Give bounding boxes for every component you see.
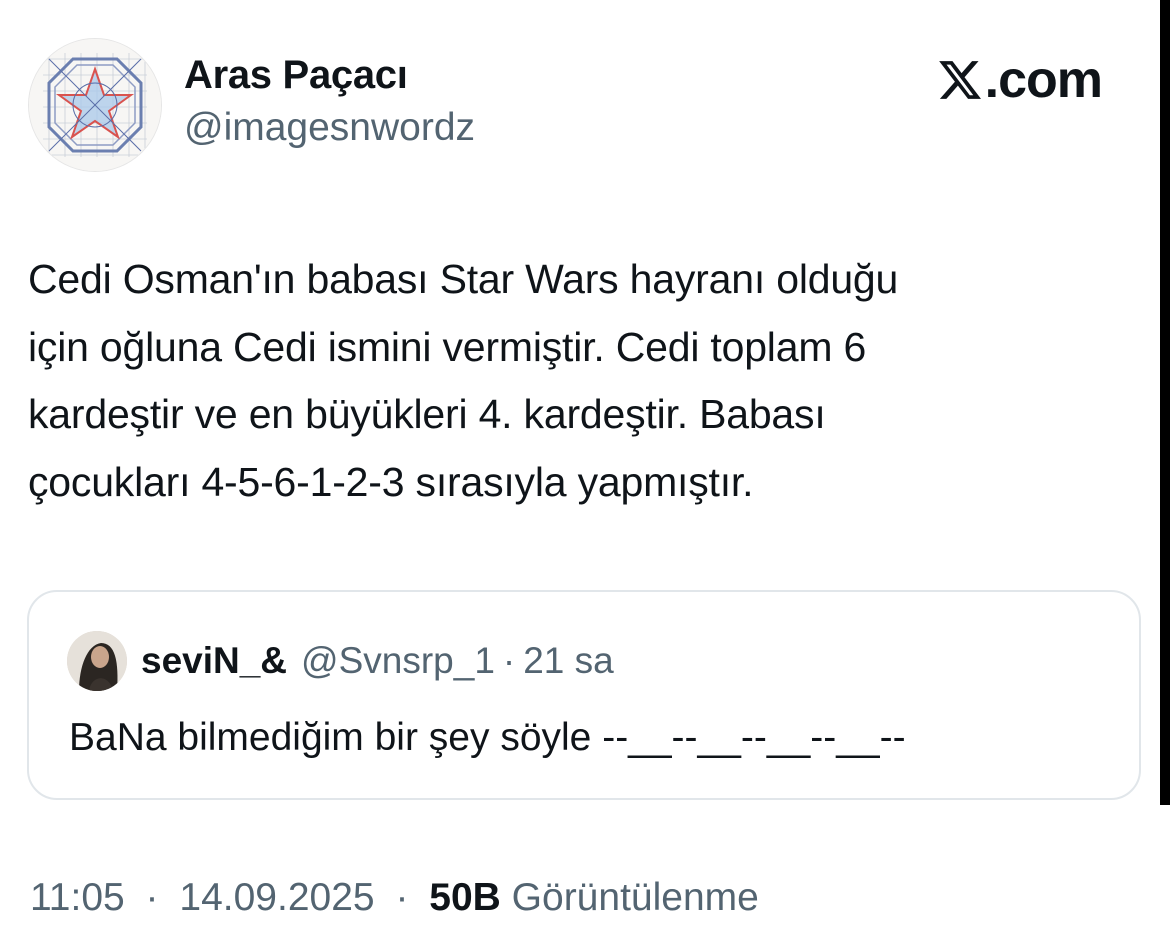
quoted-timestamp[interactable]: 21 sa — [523, 640, 614, 682]
views-count: 50B — [429, 876, 501, 919]
x-logo-icon — [938, 61, 981, 99]
quoted-separator: · — [502, 640, 516, 681]
meta-separator: · — [395, 876, 409, 919]
tweet-screenshot: Aras Paçacı @imagesnwordz .com Cedi Osma… — [0, 0, 1170, 935]
scrollbar-edge — [1160, 0, 1170, 805]
quoted-tweet-header: seviN_& @Svnsrp_1 · 21 sa — [67, 630, 614, 692]
quoted-author-handle[interactable]: @Svnsrp_1 — [301, 640, 495, 682]
meta-separator: · — [145, 876, 159, 919]
tweet-header: Aras Paçacı @imagesnwordz .com — [28, 38, 1128, 178]
author-avatar[interactable] — [28, 38, 162, 172]
brand-domain-text: .com — [984, 51, 1103, 109]
author-display-name[interactable]: Aras Paçacı — [184, 50, 475, 100]
author-handle[interactable]: @imagesnwordz — [184, 100, 475, 156]
quoted-tweet-card[interactable]: seviN_& @Svnsrp_1 · 21 sa BaNa bilmediği… — [27, 590, 1141, 800]
quoted-tweet-text: BaNa bilmediğim bir şey söyle --__--__--… — [69, 716, 906, 759]
tweet-date[interactable]: 14.09.2025 — [179, 876, 374, 919]
tweet-meta: 11:05 · 14.09.2025 · 50B Görüntülenme — [30, 870, 759, 926]
tweet-time[interactable]: 11:05 — [30, 876, 125, 919]
author-info: Aras Paçacı @imagesnwordz — [184, 50, 475, 156]
profile-photo-avatar — [67, 631, 127, 691]
star-diagram-avatar — [29, 39, 161, 171]
views-label: Görüntülenme — [511, 876, 759, 919]
quoted-author-avatar[interactable] — [67, 631, 127, 691]
quoted-author-name[interactable]: seviN_& — [141, 640, 287, 682]
x-brand: .com — [938, 50, 1103, 110]
tweet-body-text: Cedi Osman'ın babası Star Wars hayranı o… — [28, 256, 899, 505]
